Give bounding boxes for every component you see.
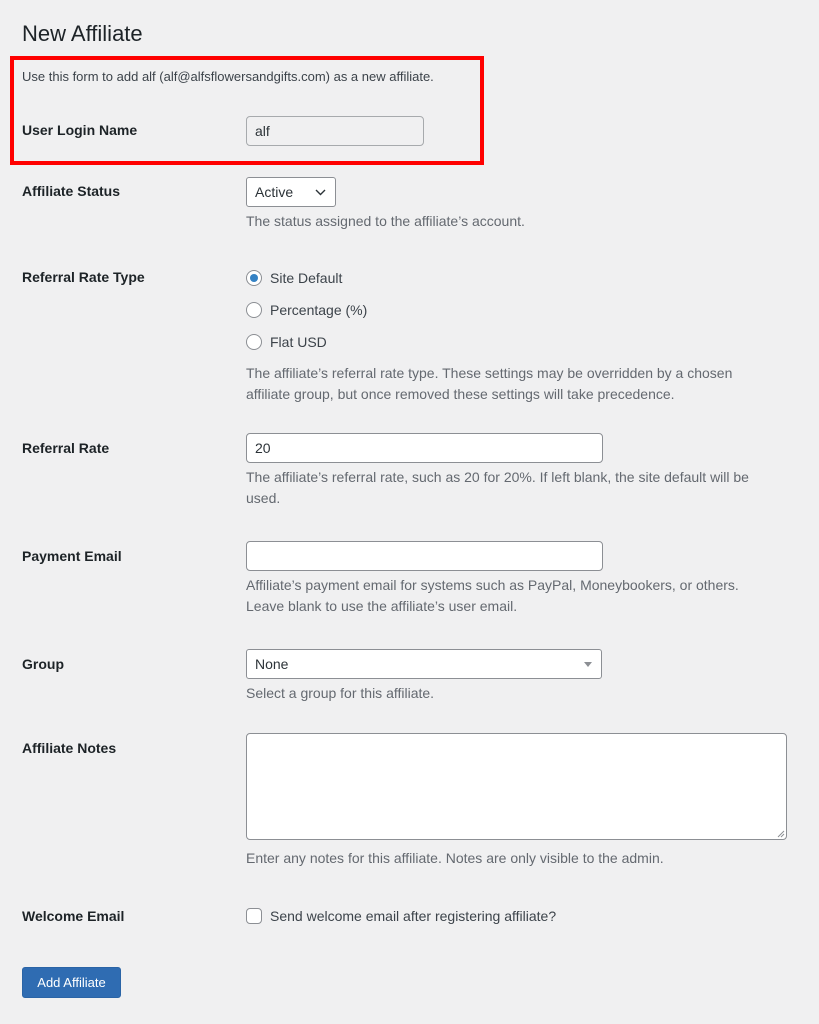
rate-type-option-flat-usd[interactable]: Flat USD <box>246 332 732 352</box>
radio-unchecked-icon[interactable] <box>246 334 262 350</box>
payment-email-description: Affiliate’s payment email for systems su… <box>246 575 739 617</box>
page-title: New Affiliate <box>22 21 143 46</box>
affiliate-notes-field-group: Enter any notes for this affiliate. Note… <box>246 733 787 869</box>
referral-rate-type-label: Referral Rate Type <box>22 269 145 285</box>
referral-rate-field-group: The affiliate’s referral rate, such as 2… <box>246 433 749 509</box>
description-line: used. <box>246 490 281 506</box>
radio-checked-icon[interactable] <box>246 270 262 286</box>
description-line: affiliate group, but once removed these … <box>246 386 675 402</box>
description-line: Leave blank to use the affiliate’s user … <box>246 598 518 614</box>
referral-rate-description: The affiliate’s referral rate, such as 2… <box>246 467 749 509</box>
radio-unchecked-icon[interactable] <box>246 302 262 318</box>
description-line: The affiliate’s referral rate type. Thes… <box>246 365 733 381</box>
affiliate-notes-description: Enter any notes for this affiliate. Note… <box>246 850 664 866</box>
affiliate-status-description: The status assigned to the affiliate’s a… <box>246 213 525 229</box>
rate-type-option-label: Percentage (%) <box>270 302 368 318</box>
referral-rate-type-description: The affiliate’s referral rate type. Thes… <box>246 363 732 405</box>
affiliate-status-select[interactable]: Active <box>246 177 336 207</box>
welcome-email-checkbox[interactable] <box>246 908 262 924</box>
rate-type-option-site-default[interactable]: Site Default <box>246 268 732 288</box>
welcome-email-checkbox-label: Send welcome email after registering aff… <box>270 908 557 924</box>
caret-down-icon <box>584 650 592 678</box>
chevron-down-icon <box>315 178 326 206</box>
group-label: Group <box>22 656 64 672</box>
rate-type-option-label: Flat USD <box>270 334 327 350</box>
rate-type-option-percentage[interactable]: Percentage (%) <box>246 300 732 320</box>
affiliate-status-value: Active <box>255 184 294 200</box>
welcome-email-option[interactable]: Send welcome email after registering aff… <box>246 906 556 926</box>
payment-email-field-group: Affiliate’s payment email for systems su… <box>246 541 739 617</box>
description-line: The affiliate’s referral rate, such as 2… <box>246 469 749 485</box>
add-affiliate-button[interactable]: Add Affiliate <box>22 967 121 998</box>
affiliate-notes-textarea[interactable] <box>246 733 787 840</box>
referral-rate-input[interactable] <box>246 433 603 463</box>
group-select[interactable]: None <box>246 649 602 679</box>
welcome-email-field-group: Send welcome email after registering aff… <box>246 906 556 926</box>
affiliate-status-label: Affiliate Status <box>22 183 121 199</box>
welcome-email-label: Welcome Email <box>22 908 125 924</box>
group-description: Select a group for this affiliate. <box>246 685 435 701</box>
resize-grip-icon[interactable] <box>777 830 785 838</box>
affiliate-status-field-group: Active The status assigned to the affili… <box>246 177 525 232</box>
group-select-value: None <box>255 656 289 672</box>
affiliate-notes-label: Affiliate Notes <box>22 740 117 756</box>
referral-rate-label: Referral Rate <box>22 440 110 456</box>
payment-email-input[interactable] <box>246 541 603 571</box>
payment-email-label: Payment Email <box>22 548 122 564</box>
intro-text: Use this form to add alf (alf@alfsflower… <box>22 69 434 84</box>
user-login-input[interactable] <box>246 116 424 146</box>
user-login-label: User Login Name <box>22 122 138 138</box>
group-field-group: None Select a group for this affiliate. <box>246 649 602 704</box>
user-login-field-group <box>246 116 424 146</box>
description-line: Affiliate’s payment email for systems su… <box>246 577 739 593</box>
rate-type-option-label: Site Default <box>270 270 343 286</box>
referral-rate-type-field-group: Site Default Percentage (%) Flat USD The… <box>246 268 732 405</box>
